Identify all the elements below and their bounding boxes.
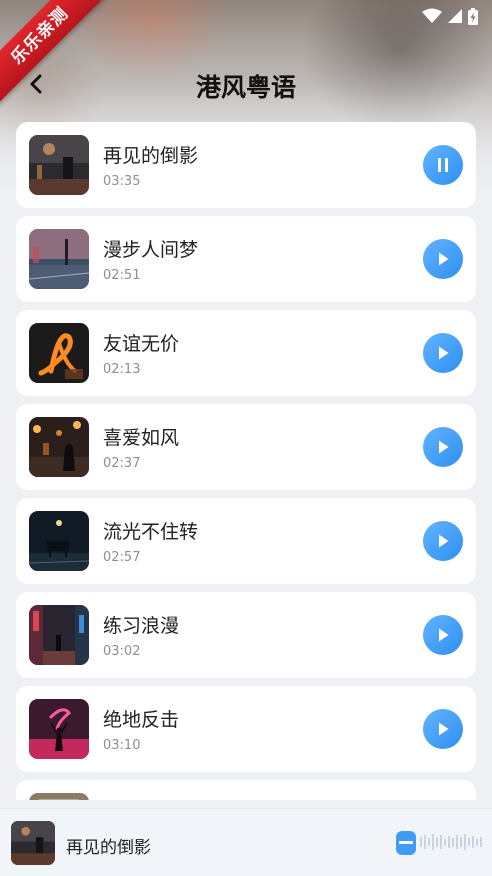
album-cover [29,323,89,383]
song-card[interactable] [16,780,476,800]
playback-waveform [394,823,488,863]
song-title: 再见的倒影 [103,145,199,167]
song-title: 练习浪漫 [103,615,180,637]
battery-icon [468,7,478,25]
song-duration: 02:51 [103,268,141,283]
play-icon [439,722,449,736]
song-card[interactable]: 友谊无价 02:13 [16,310,476,396]
album-cover [29,417,89,477]
song-title: 漫步人间梦 [103,239,199,261]
pause-button[interactable] [423,145,463,185]
song-duration: 03:10 [103,738,141,753]
play-icon [439,628,449,642]
play-button[interactable] [423,239,463,279]
album-cover [29,135,89,195]
signal-icon [448,9,462,23]
now-playing-cover [11,821,55,865]
song-title: 流光不住转 [103,521,199,543]
song-title: 喜爱如风 [103,427,180,449]
status-bar [422,6,478,26]
song-duration: 02:37 [103,456,141,471]
mini-player[interactable]: 再见的倒影 [0,808,492,876]
top-bar: 港风粤语 [0,60,492,108]
song-title: 友谊无价 [103,333,180,355]
play-icon [439,346,449,360]
play-button[interactable] [423,521,463,561]
song-card[interactable]: 再见的倒影 03:35 [16,122,476,208]
song-duration: 03:35 [103,174,141,189]
song-card[interactable]: 绝地反击 03:10 [16,686,476,772]
song-card[interactable]: 喜爱如风 02:37 [16,404,476,490]
play-button[interactable] [423,615,463,655]
pause-icon [438,158,448,172]
song-card[interactable]: 流光不住转 02:57 [16,498,476,584]
album-cover [29,605,89,665]
song-card[interactable]: 漫步人间梦 02:51 [16,216,476,302]
play-button[interactable] [423,333,463,373]
song-title: 绝地反击 [103,709,180,731]
album-cover [29,229,89,289]
now-playing-title: 再见的倒影 [66,838,151,858]
song-card[interactable]: 练习浪漫 03:02 [16,592,476,678]
play-icon [439,252,449,266]
album-cover [29,699,89,759]
play-button[interactable] [423,709,463,749]
play-icon [439,534,449,548]
page-title: 港风粤语 [195,73,296,102]
album-cover [29,793,89,800]
song-duration: 02:13 [103,362,141,377]
song-duration: 02:57 [103,550,141,565]
play-button[interactable] [423,427,463,467]
album-cover [29,511,89,571]
play-icon [439,440,449,454]
song-duration: 03:02 [103,644,141,659]
wifi-icon [422,8,442,23]
song-list: 再见的倒影 03:35 漫步人间梦 02:51 友谊无价 02:13 喜爱如风 … [16,122,476,800]
